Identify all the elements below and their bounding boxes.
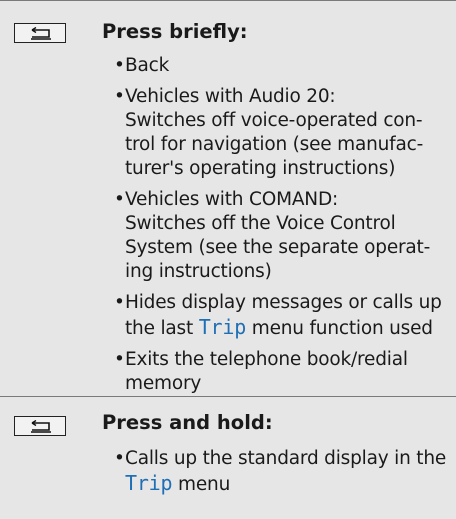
list-item: • Hides display messages or calls up the… — [102, 286, 454, 343]
trip-menu-label: Trip — [125, 471, 173, 495]
bullet: • — [114, 349, 125, 370]
item-text: Vehicles with Audio 20: — [125, 86, 336, 107]
back-key — [14, 416, 66, 436]
table-row-press-hold: Press and hold: • Calls up the standard … — [0, 396, 456, 519]
list-item: • Back — [102, 49, 454, 80]
description-cell: Press and hold: • Calls up the standard … — [88, 396, 456, 519]
item-text: memory — [125, 373, 202, 394]
item-text-with-menu: Trip menu — [102, 471, 454, 497]
item-text-part: menu — [172, 474, 231, 495]
item-text-part: the last — [125, 318, 199, 339]
bullet: • — [114, 86, 125, 107]
section-heading: Press briefly: — [102, 20, 248, 43]
back-button-icon — [31, 420, 51, 433]
list-item: • Vehicles with COMAND: Switches off the… — [102, 183, 454, 286]
bullet: • — [114, 448, 125, 469]
table-border-top — [0, 0, 456, 1]
key-cell — [0, 0, 88, 396]
item-text: turer's operating instructions) — [125, 158, 396, 179]
table-row-press-briefly: Press briefly: • Back • Vehicles with Au… — [0, 0, 456, 396]
item-text-part: menu function used — [246, 318, 433, 339]
item-text: Exits the telephone book/redial — [125, 349, 408, 370]
item-text: Switches off the Voice Control — [125, 213, 396, 234]
item-text: Hides display messages or calls up — [125, 292, 442, 313]
item-text: Switches off voice-operated con- — [125, 110, 423, 131]
item-text: trol for navigation (see manufac- — [125, 134, 424, 155]
item-text: Vehicles with COMAND: — [125, 189, 339, 210]
bullet: • — [114, 189, 125, 210]
bullet: • — [114, 292, 125, 313]
item-text: ing instructions) — [125, 261, 272, 282]
key-cell — [0, 396, 88, 519]
section-heading: Press and hold: — [102, 411, 273, 434]
item-text: System (see the separate operat- — [125, 237, 431, 258]
item-text: Back — [125, 55, 170, 76]
list-item: • Vehicles with Audio 20: Switches off v… — [102, 80, 454, 183]
back-button-icon — [31, 27, 51, 40]
item-text: Calls up the standard display in the — [125, 448, 447, 469]
row-divider — [0, 396, 456, 397]
item-text-with-menu: the last Trip menu function used — [102, 315, 454, 341]
bullet: • — [114, 55, 125, 76]
bullet-list: • Calls up the standard display in the T… — [102, 442, 454, 499]
list-item: • Exits the telephone book/redial memory — [102, 343, 454, 398]
instruction-table: Press briefly: • Back • Vehicles with Au… — [0, 0, 456, 519]
back-key — [14, 23, 66, 43]
bullet-list: • Back • Vehicles with Audio 20: Switche… — [102, 49, 454, 398]
list-item: • Calls up the standard display in the T… — [102, 442, 454, 499]
trip-menu-label: Trip — [198, 315, 247, 339]
description-cell: Press briefly: • Back • Vehicles with Au… — [88, 0, 456, 396]
